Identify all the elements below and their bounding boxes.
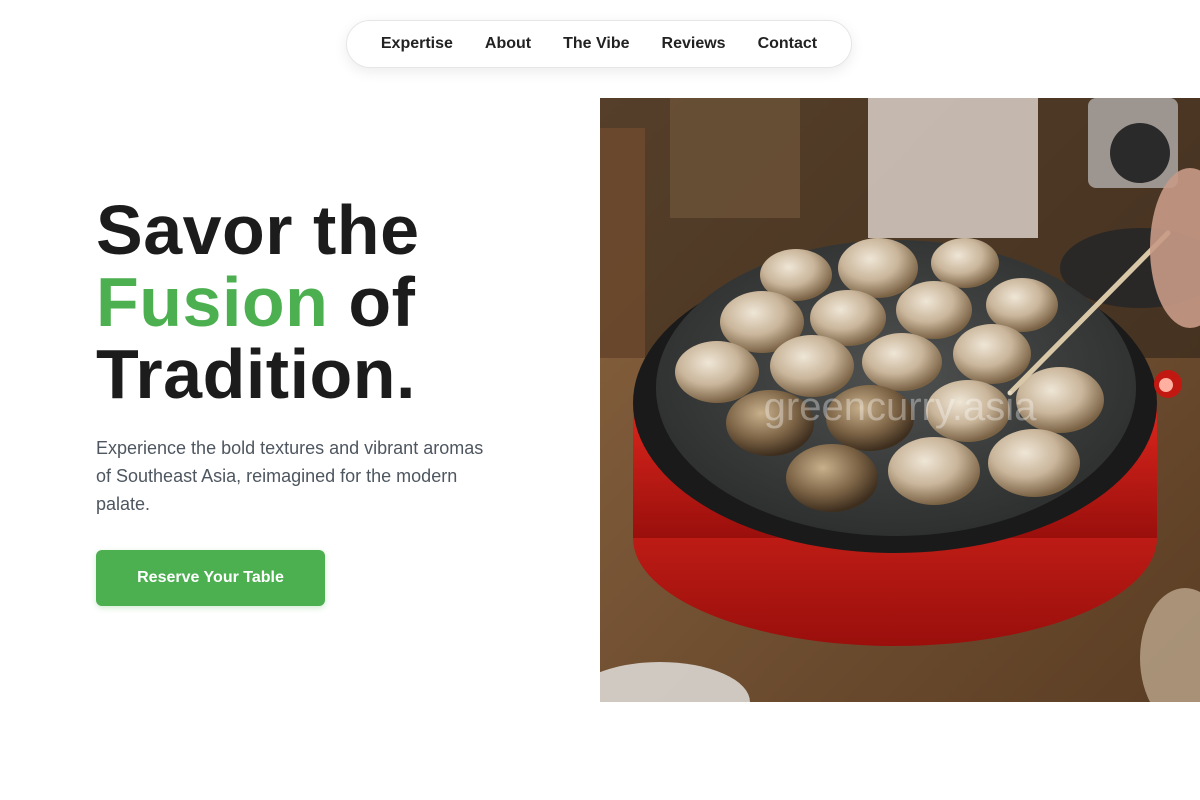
nav-item-contact[interactable]: Contact <box>758 35 818 53</box>
headline-line-2: Fusion of <box>96 266 420 338</box>
hero-subtext: Experience the bold textures and vibrant… <box>96 438 484 514</box>
hero-headline: Savor the Fusion of Tradition. <box>96 194 420 410</box>
image-watermark: greencurry.asia <box>764 385 1037 429</box>
headline-line-2-rest: of <box>328 263 416 341</box>
headline-accent-word: Fusion <box>96 263 329 341</box>
headline-line-1: Savor the <box>96 191 420 269</box>
reserve-table-button[interactable]: Reserve Your Table <box>96 550 325 606</box>
top-nav: Expertise About The Vibe Reviews Contact <box>346 20 852 68</box>
hero-image: greencurry.asia <box>600 98 1200 702</box>
nav-item-reviews[interactable]: Reviews <box>662 35 726 53</box>
nav-item-the-vibe[interactable]: The Vibe <box>563 35 629 53</box>
nav-item-expertise[interactable]: Expertise <box>381 35 453 53</box>
headline-line-3: Tradition. <box>96 335 416 413</box>
takoyaki-photo: greencurry.asia <box>600 98 1200 702</box>
nav-item-about[interactable]: About <box>485 35 531 53</box>
